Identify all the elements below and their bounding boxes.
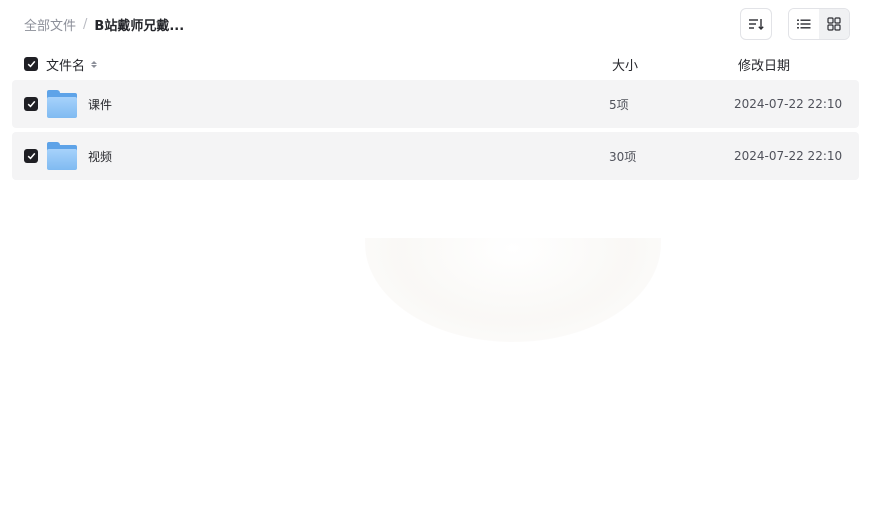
- row-checkbox[interactable]: [24, 97, 38, 111]
- header-date-label[interactable]: 修改日期: [738, 55, 790, 74]
- list-view-button[interactable]: [789, 9, 819, 39]
- check-icon: [27, 100, 35, 108]
- row-date: 2024-07-22 22:10: [734, 149, 843, 163]
- sort-button[interactable]: [740, 8, 772, 40]
- row-size: 5项: [609, 97, 629, 112]
- folder-icon: [47, 90, 77, 118]
- table-header: 文件名 大小 修改日期: [12, 52, 859, 76]
- sort-list-icon: [749, 19, 764, 30]
- breadcrumb-root-link[interactable]: 全部文件: [24, 15, 76, 34]
- breadcrumb-current-folder: B站戴师兄戴...: [94, 18, 185, 34]
- table-row[interactable]: 视频 30项 2024-07-22 22:10: [12, 132, 859, 180]
- background-glow: [365, 238, 661, 342]
- row-size: 30项: [609, 149, 637, 164]
- select-all-checkbox[interactable]: [24, 57, 38, 71]
- folder-icon: [47, 142, 77, 170]
- row-date: 2024-07-22 22:10: [734, 97, 843, 111]
- view-toggle: [788, 8, 850, 40]
- row-checkbox[interactable]: [24, 149, 38, 163]
- grid-view-button[interactable]: [819, 9, 849, 39]
- table-row[interactable]: 课件 5项 2024-07-22 22:10: [12, 80, 859, 128]
- sort-arrows-icon: [91, 60, 98, 68]
- check-icon: [27, 60, 35, 68]
- breadcrumb-separator: /: [83, 16, 88, 32]
- breadcrumb: 全部文件 / B站戴师兄戴...: [24, 14, 184, 34]
- row-name[interactable]: 视频: [88, 148, 112, 165]
- header-name-label: 文件名: [46, 58, 86, 74]
- header-size-label[interactable]: 大小: [612, 55, 638, 74]
- row-name[interactable]: 课件: [88, 96, 112, 113]
- header-name-sort[interactable]: 文件名: [46, 55, 98, 74]
- check-icon: [27, 152, 35, 160]
- list-view-icon: [797, 19, 811, 29]
- grid-view-icon: [827, 17, 841, 31]
- toolbar: [740, 8, 850, 40]
